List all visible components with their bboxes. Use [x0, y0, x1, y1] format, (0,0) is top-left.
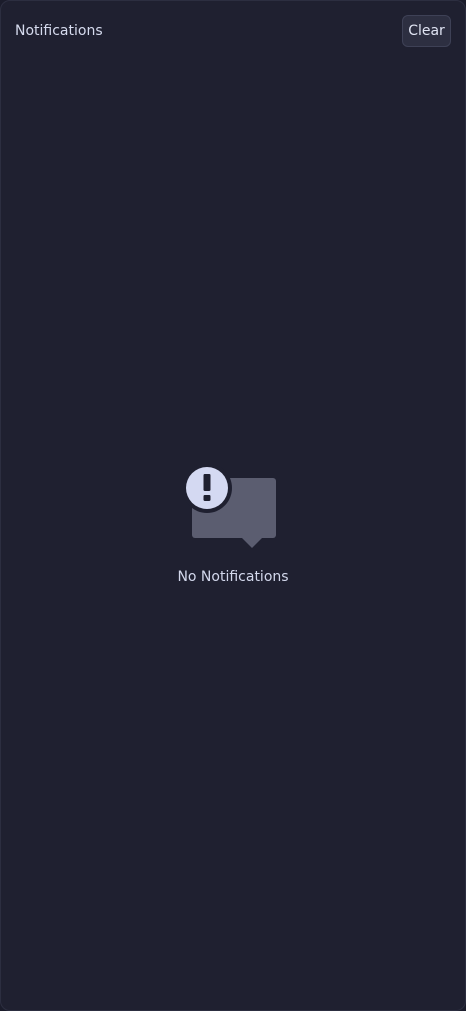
- clear-button[interactable]: Clear: [402, 15, 451, 47]
- notification-panel: Notifications Clear No Notifications: [0, 0, 466, 1011]
- notification-alert-icon: [184, 465, 276, 548]
- panel-title: Notifications: [15, 23, 103, 39]
- empty-state-message: No Notifications: [177, 569, 289, 585]
- empty-state: No Notifications: [1, 465, 465, 595]
